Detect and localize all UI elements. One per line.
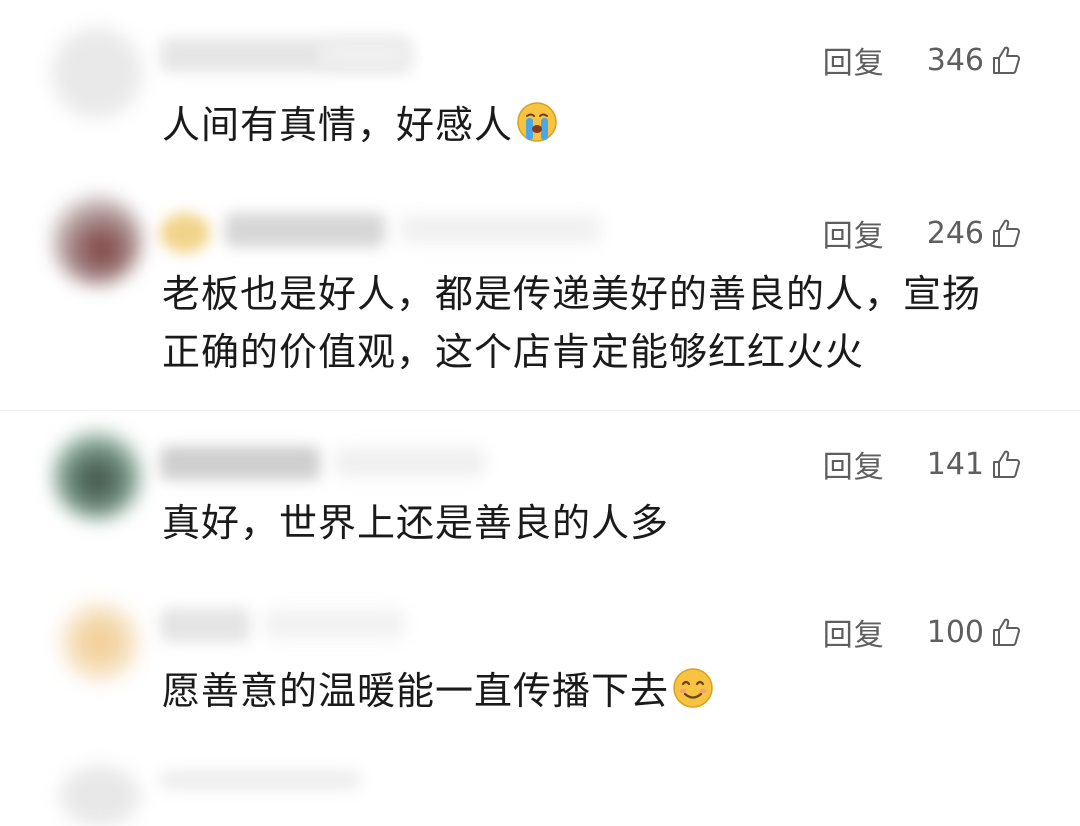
username-blurred[interactable] xyxy=(160,608,250,642)
username-extra-blurred xyxy=(335,448,485,476)
thumbs-up-outline-icon[interactable] xyxy=(990,217,1022,249)
reply-button[interactable]: 回复 xyxy=(823,610,885,654)
reply-button[interactable]: 回复 xyxy=(823,442,885,486)
reply-button[interactable]: 回复 xyxy=(823,211,885,255)
like-count: 100 xyxy=(926,614,984,650)
comment-text: 老板也是好人，都是传递美好的善良的人，宣扬 正确的价值观，这个店肯定能够红红火火 xyxy=(162,265,981,381)
comment-text-line: 老板也是好人，都是传递美好的善良的人，宣扬 xyxy=(162,272,982,316)
username-extra-blurred xyxy=(400,215,600,243)
username-extra-blurred xyxy=(320,40,410,68)
username-blurred[interactable] xyxy=(160,770,360,790)
avatar[interactable] xyxy=(60,602,140,682)
username-extra-blurred xyxy=(265,610,405,638)
reply-button[interactable]: 回复 xyxy=(823,38,885,82)
comment-item: 回复 141 真好，世界上还是善良的人多 xyxy=(0,410,1080,580)
username-blurred[interactable] xyxy=(160,446,320,480)
comment-text: 真好，世界上还是善良的人多 xyxy=(162,494,669,552)
username-blurred[interactable] xyxy=(160,213,210,253)
avatar[interactable] xyxy=(52,28,142,118)
thumbs-up-outline-icon[interactable] xyxy=(990,44,1022,76)
like-count: 346 xyxy=(926,42,984,78)
avatar[interactable] xyxy=(52,195,142,285)
avatar[interactable] xyxy=(60,766,140,826)
comment-text-content: 人间有真情，好感人 xyxy=(162,103,514,147)
like-count: 141 xyxy=(926,446,984,482)
smiling-face-emoji xyxy=(673,668,713,708)
comment-actions: 回复 346 xyxy=(823,38,1022,82)
loudly-crying-face-emoji xyxy=(517,102,557,142)
comment-text: 人间有真情，好感人 xyxy=(162,96,559,154)
comment-text-line: 正确的价值观，这个店肯定能够红红火火 xyxy=(162,330,865,374)
comment-item: 回复 246 老板也是好人，都是传递美好的善良的人，宣扬 正确的价值观，这个店肯… xyxy=(0,175,1080,410)
comment-text-content: 真好，世界上还是善良的人多 xyxy=(162,501,670,545)
comment-actions: 回复 141 xyxy=(823,442,1022,486)
comment-actions: 回复 246 xyxy=(823,211,1022,255)
comment-text-content: 愿善意的温暖能一直传播下去 xyxy=(162,669,670,713)
thumbs-up-outline-icon[interactable] xyxy=(990,616,1022,648)
comment-item: 回复 100 愿善意的温暖能一直传播下去 xyxy=(0,580,1080,760)
comment-item: 回复 346 人间有真情，好感人 xyxy=(0,0,1080,175)
avatar[interactable] xyxy=(52,430,142,520)
thumbs-up-outline-icon[interactable] xyxy=(990,448,1022,480)
comment-actions: 回复 100 xyxy=(823,610,1022,654)
comment-item xyxy=(0,760,1080,826)
comment-text: 愿善意的温暖能一直传播下去 xyxy=(162,662,715,720)
username-blurred[interactable] xyxy=(225,213,385,247)
like-count: 246 xyxy=(926,215,984,251)
